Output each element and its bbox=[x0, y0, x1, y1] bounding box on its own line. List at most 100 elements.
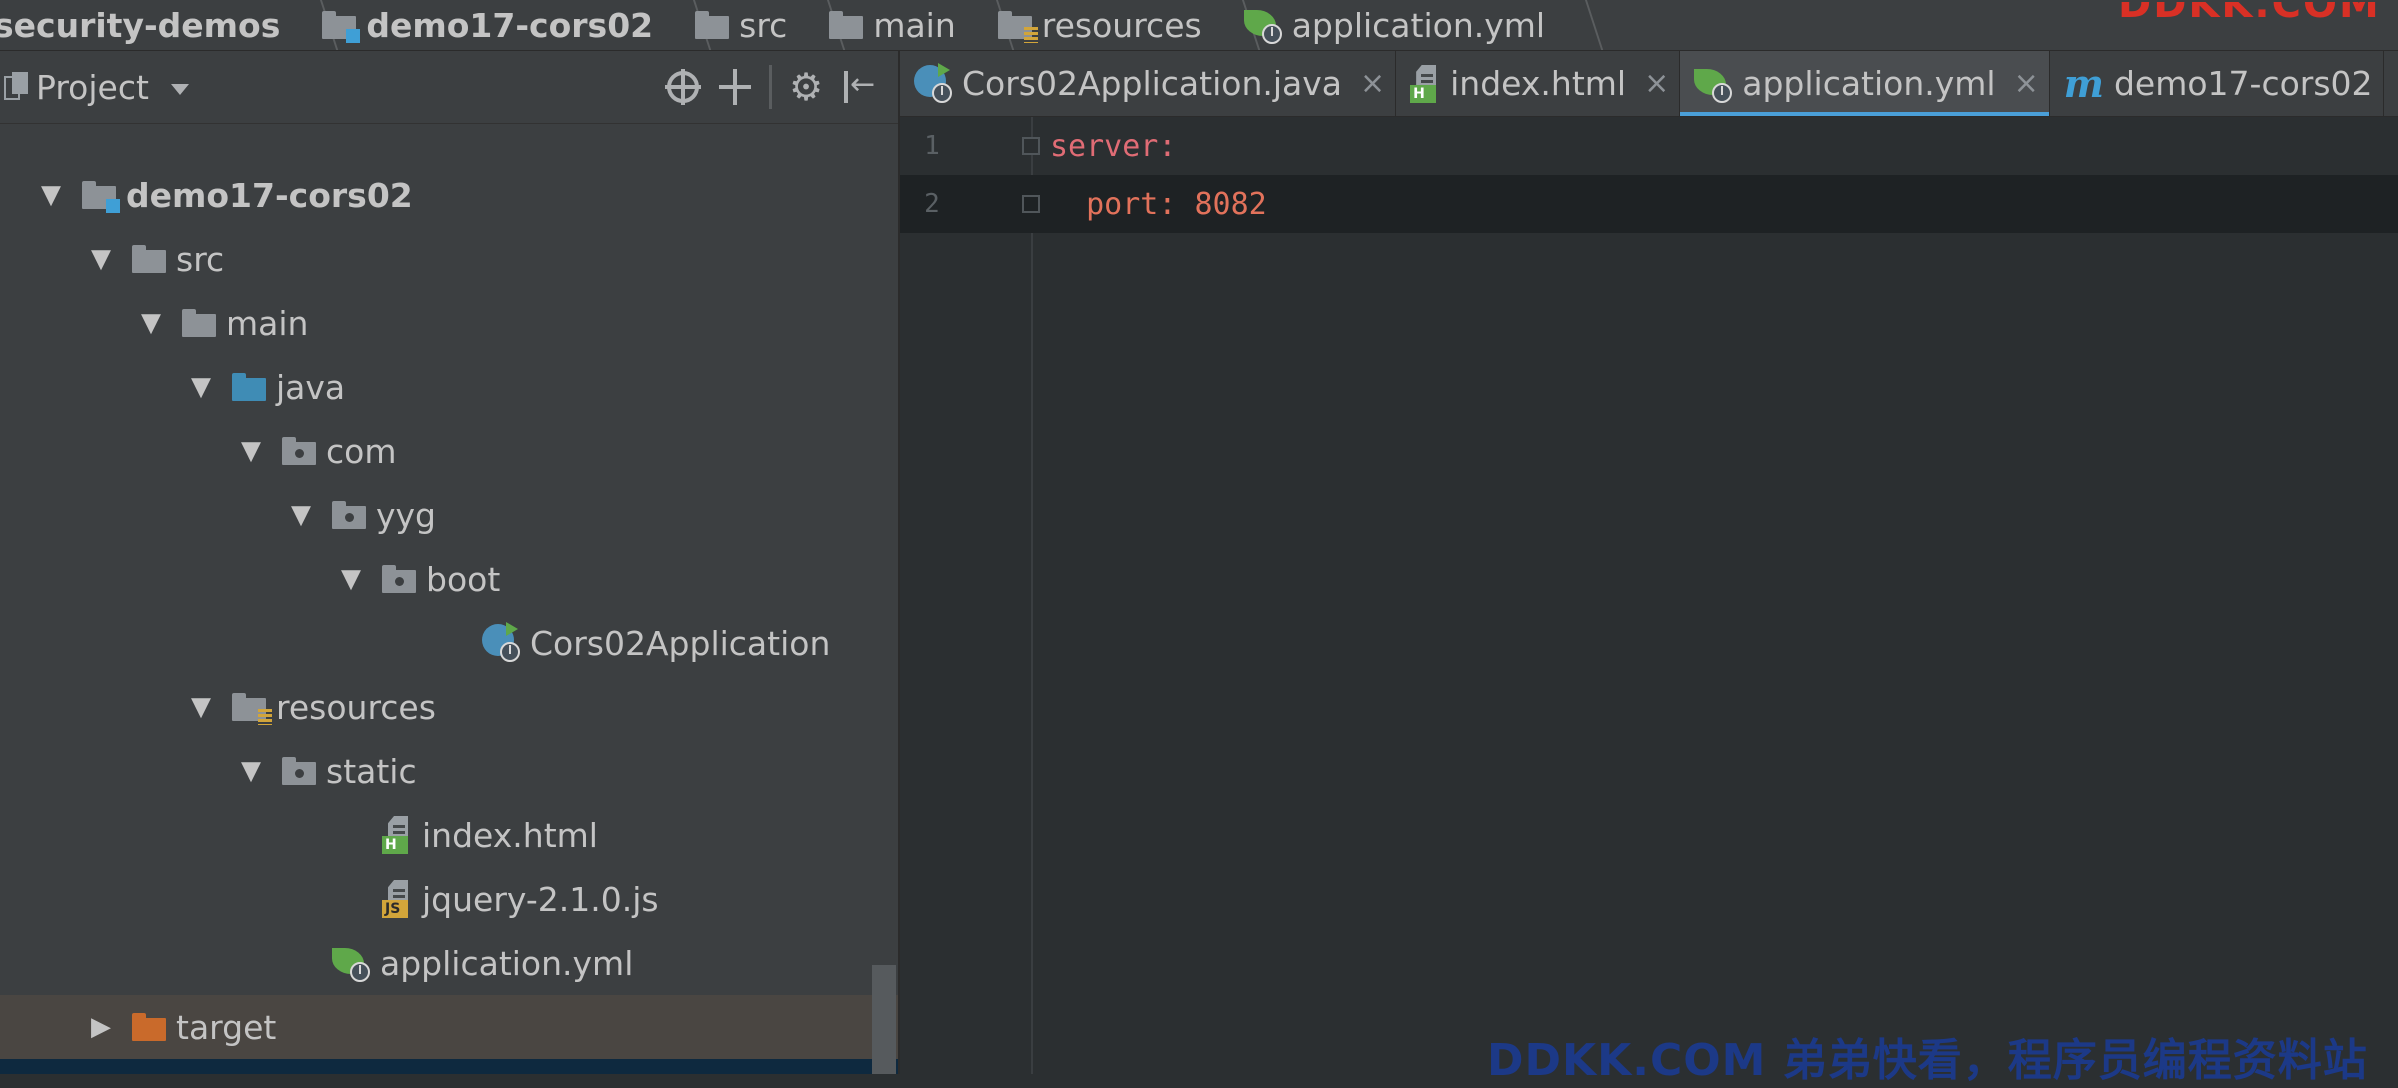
tab-application-yml[interactable]: application.yml × bbox=[1680, 51, 2050, 116]
breadcrumb-item-demo17-cors02[interactable]: demo17-cors02 bbox=[322, 0, 695, 50]
breadcrumb-item-main[interactable]: main bbox=[829, 0, 997, 50]
breadcrumb-label: security-demos bbox=[0, 5, 281, 45]
tab-label: demo17-cors02 bbox=[2113, 64, 2373, 103]
resources-folder-icon bbox=[997, 11, 1038, 43]
tree-item-label: static bbox=[326, 751, 417, 791]
html-file-icon: H bbox=[382, 816, 412, 854]
tree-item-label: boot bbox=[426, 559, 501, 599]
tree-item-label: src bbox=[176, 239, 225, 279]
fold-marker-icon[interactable] bbox=[1022, 195, 1040, 213]
code-line-current[interactable]: 2 port: 8082 bbox=[900, 175, 2398, 233]
tree-item-pom-xml[interactable]: ▼mpom.xml bbox=[0, 1059, 898, 1074]
package-icon bbox=[382, 565, 416, 593]
editor-area: Cors02Application.java × H index.html × … bbox=[900, 51, 2398, 1074]
tree-item-static[interactable]: ▼ static bbox=[0, 739, 870, 803]
locate-file-icon[interactable] bbox=[665, 69, 701, 105]
module-folder-icon bbox=[82, 181, 120, 213]
breadcrumb-label: resources bbox=[1041, 5, 1202, 45]
navigation-breadcrumb: security-demos demo17-cors02 src main re… bbox=[0, 0, 2398, 51]
tree-item-demo17-cors02[interactable]: ▼ demo17-cors02 bbox=[0, 163, 870, 227]
tree-item-src[interactable]: ▼ src bbox=[0, 227, 870, 291]
code-text: server: bbox=[1050, 129, 1176, 164]
project-panel: Project ⚙ ▼ demo17-cors02 ▼ src ▼ main ▼ java ▼ c… bbox=[0, 51, 900, 1074]
tree-item-label: application.yml bbox=[380, 943, 634, 983]
module-folder-icon bbox=[322, 11, 361, 43]
tree-item-com[interactable]: ▼ com bbox=[0, 419, 870, 483]
folder-icon bbox=[132, 245, 166, 273]
project-view-icon bbox=[4, 72, 28, 102]
watermark-top: DDKK.COM bbox=[2118, 2, 2381, 27]
project-panel-header: Project ⚙ bbox=[0, 51, 898, 124]
tree-item-index-html[interactable]: ▼Hindex.html bbox=[0, 803, 870, 867]
expand-arrow-icon[interactable]: ▶ bbox=[84, 1012, 118, 1042]
fold-marker-icon[interactable] bbox=[1022, 137, 1040, 155]
tree-item-target[interactable]: ▶ target bbox=[0, 995, 898, 1059]
yaml-value: 8082 bbox=[1176, 186, 1267, 222]
code-editor[interactable]: 1 server: 2 port: 8082 bbox=[900, 117, 2398, 1074]
html-file-icon: H bbox=[1410, 64, 1440, 103]
tree-item-label: index.html bbox=[422, 815, 598, 855]
code-line[interactable]: 1 server: bbox=[900, 117, 2398, 175]
editor-tab-bar: Cors02Application.java × H index.html × … bbox=[900, 51, 2398, 117]
breadcrumb-label: demo17-cors02 bbox=[366, 5, 654, 45]
package-icon bbox=[332, 501, 366, 529]
code-text: port: 8082 bbox=[1050, 187, 1267, 222]
collapse-arrow-icon[interactable]: ▼ bbox=[134, 308, 168, 338]
tree-item-java[interactable]: ▼ java bbox=[0, 355, 870, 419]
tree-item-label: target bbox=[176, 1007, 277, 1047]
tab-index-html[interactable]: H index.html × bbox=[1396, 51, 1681, 116]
close-icon[interactable]: × bbox=[1360, 66, 1385, 101]
close-icon[interactable]: × bbox=[1644, 66, 1669, 101]
hide-panel-icon[interactable] bbox=[840, 67, 876, 105]
tree-item-boot[interactable]: ▼ boot bbox=[0, 547, 870, 611]
project-view-title[interactable]: Project bbox=[36, 68, 149, 107]
line-number: 2 bbox=[924, 189, 940, 219]
gear-icon[interactable]: ⚙ bbox=[788, 68, 824, 106]
breadcrumb-item-security-demos[interactable]: security-demos bbox=[0, 0, 322, 50]
tree-item-label: Cors02Application bbox=[530, 623, 831, 663]
tab-cors02application-java[interactable]: Cors02Application.java × bbox=[900, 51, 1397, 116]
breadcrumb-item-application-yml[interactable]: application.yml bbox=[1243, 0, 1587, 50]
maven-icon: m bbox=[2063, 61, 2104, 106]
tree-item-resources[interactable]: ▼ resources bbox=[0, 675, 870, 739]
spring-config-icon bbox=[1694, 65, 1733, 103]
collapse-arrow-icon[interactable]: ▼ bbox=[184, 372, 218, 402]
breadcrumb-item-resources[interactable]: resources bbox=[997, 0, 1244, 50]
tree-item-application-yml[interactable]: ▼application.yml bbox=[0, 931, 870, 995]
tab-label: application.yml bbox=[1742, 64, 1996, 103]
tree-item-main[interactable]: ▼ main bbox=[0, 291, 870, 355]
tree-item-jquery-2-1-0-js[interactable]: ▼JSjquery-2.1.0.js bbox=[0, 867, 870, 931]
collapse-arrow-icon[interactable]: ▼ bbox=[84, 244, 118, 274]
folder-icon bbox=[695, 11, 730, 39]
collapse-arrow-icon[interactable]: ▼ bbox=[284, 500, 318, 530]
tree-item-yyg[interactable]: ▼ yyg bbox=[0, 483, 870, 547]
collapse-arrow-icon[interactable]: ▼ bbox=[234, 436, 268, 466]
collapse-arrow-icon[interactable]: ▼ bbox=[234, 756, 268, 786]
breadcrumb-item-src[interactable]: src bbox=[695, 0, 829, 50]
project-panel-toolbar: ⚙ bbox=[665, 51, 876, 123]
collapse-arrow-icon[interactable]: ▼ bbox=[34, 180, 68, 210]
watermark-bottom: DDKK.COM 弟弟快看，程序员编程资料站 bbox=[1487, 1035, 2368, 1086]
collapse-all-icon[interactable] bbox=[717, 69, 753, 105]
close-icon[interactable]: × bbox=[2014, 66, 2039, 101]
collapse-arrow-icon[interactable]: ▼ bbox=[184, 692, 218, 722]
breadcrumb-label: application.yml bbox=[1291, 5, 1546, 45]
tab-label: Cors02Application.java bbox=[962, 64, 1342, 103]
spring-config-icon bbox=[332, 944, 370, 982]
folder-icon bbox=[829, 11, 864, 39]
package-icon bbox=[282, 757, 316, 785]
folder-icon bbox=[182, 309, 216, 337]
spring-boot-class-icon bbox=[914, 62, 952, 103]
tree-item-label: main bbox=[226, 303, 309, 343]
toolbar-divider bbox=[769, 65, 772, 109]
yaml-key: server: bbox=[1050, 128, 1177, 164]
project-tree-scrollbar[interactable] bbox=[872, 965, 896, 1074]
breadcrumb-label: main bbox=[873, 5, 956, 45]
collapse-arrow-icon[interactable]: ▼ bbox=[334, 564, 368, 594]
maven-icon: m bbox=[132, 1069, 172, 1075]
chevron-down-icon[interactable] bbox=[170, 83, 189, 95]
tab-demo17-cors02[interactable]: m demo17-cors02 bbox=[2050, 51, 2384, 116]
resources-folder-icon bbox=[232, 693, 272, 725]
yaml-key: port: bbox=[1050, 186, 1177, 222]
tree-item-cors02application[interactable]: ▼Cors02Application bbox=[0, 611, 870, 675]
